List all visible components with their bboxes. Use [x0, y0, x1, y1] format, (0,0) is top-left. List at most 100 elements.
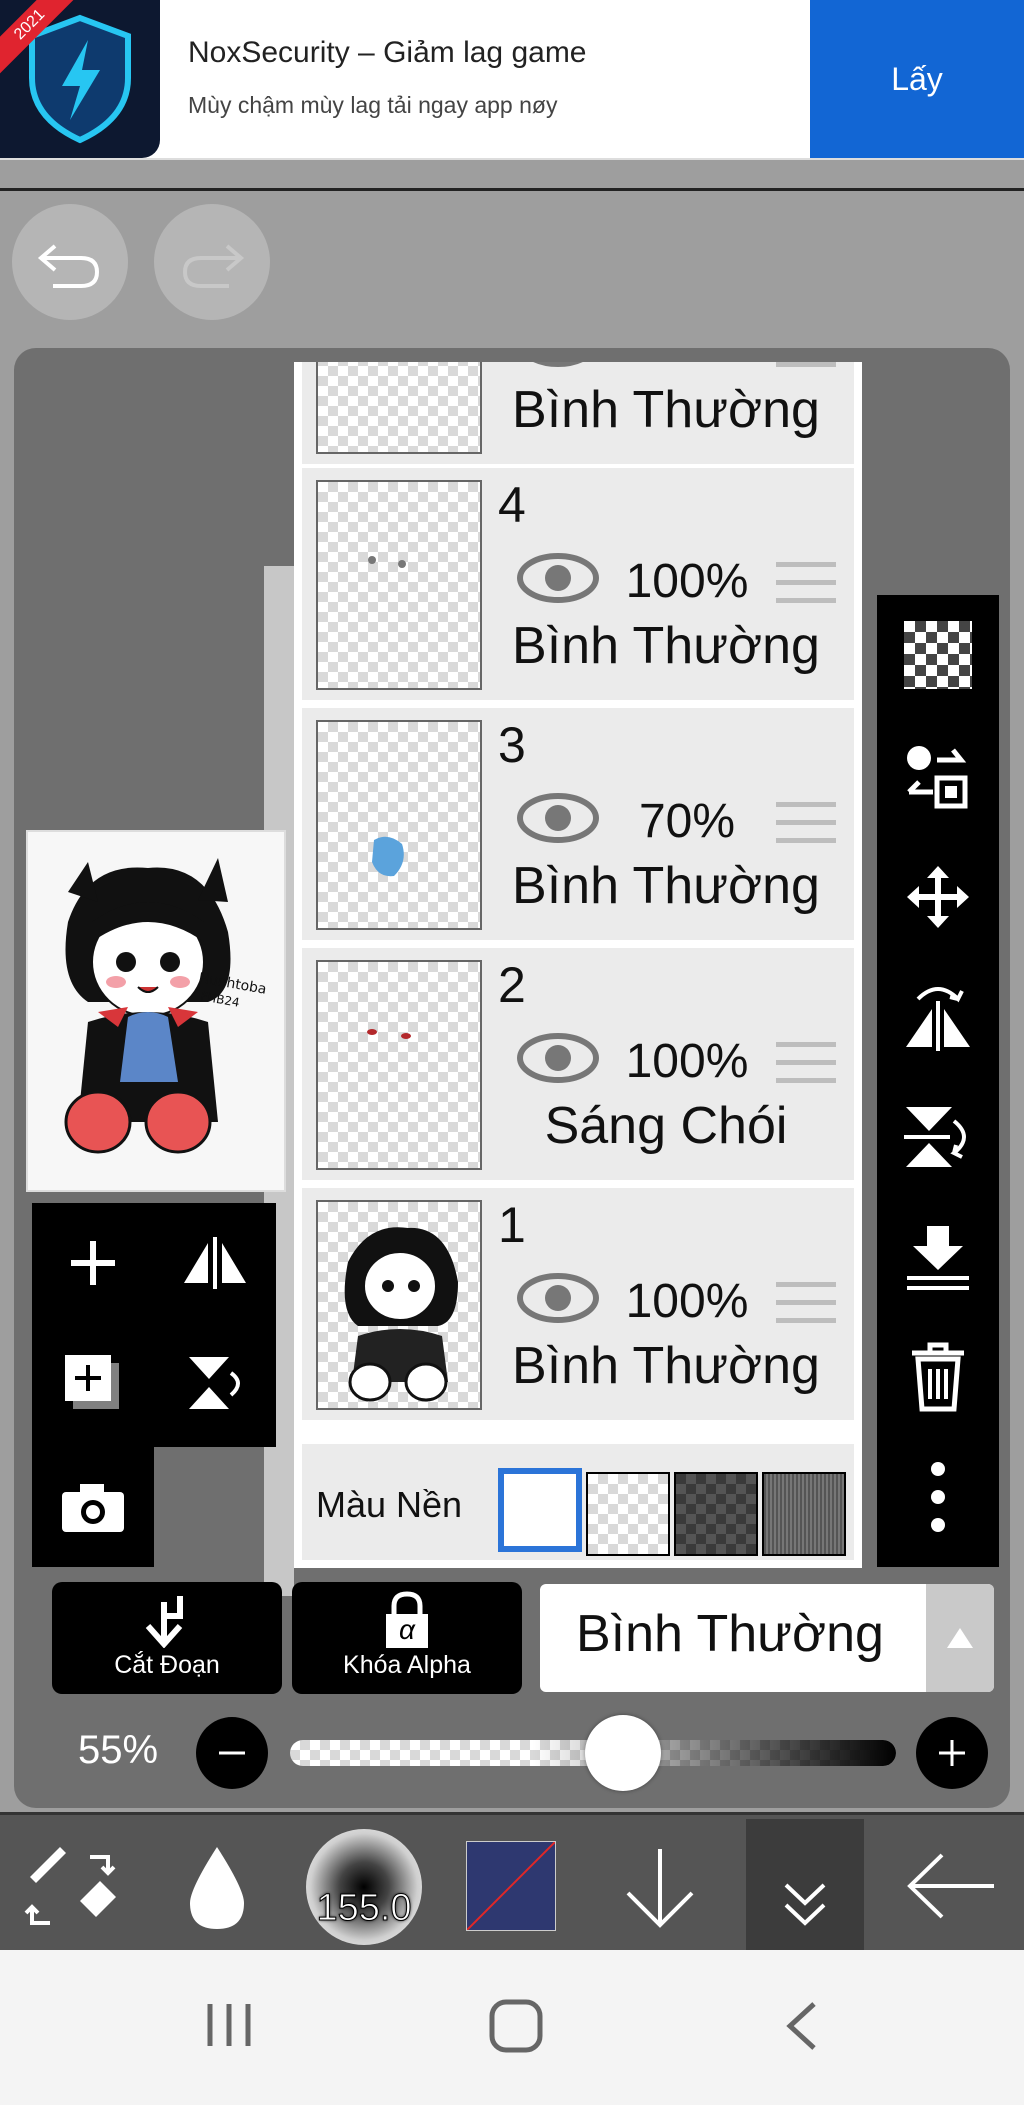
layer-thumbnail[interactable]	[316, 480, 482, 690]
divider	[0, 188, 1024, 191]
layer-content	[367, 1029, 411, 1039]
secondary-color-slash	[467, 1842, 555, 1930]
trash-icon	[912, 1342, 964, 1412]
layer-thumbnail[interactable]	[316, 960, 482, 1170]
home-button[interactable]	[488, 1998, 544, 2054]
blend-mode-dropdown-button[interactable]	[926, 1584, 994, 1692]
redo-button[interactable]	[154, 204, 270, 320]
double-chevron-down-icon	[784, 1883, 826, 1926]
opacity-decrease-button[interactable]	[196, 1717, 268, 1789]
layer-content	[372, 836, 404, 877]
layer-blend-mode[interactable]: Sáng Chói	[478, 1096, 854, 1156]
brush-eraser-switch-button[interactable]	[20, 1837, 120, 1937]
delete-layer-button[interactable]	[877, 1317, 999, 1437]
opacity-increase-button[interactable]	[916, 1717, 988, 1789]
camera-tool-cell	[32, 1447, 154, 1567]
move-button[interactable]	[877, 837, 999, 957]
brush-eraser-icon	[24, 1847, 116, 1925]
alpha-lock-button[interactable]: α Khóa Alpha	[292, 1582, 522, 1694]
layer-row[interactable]: 4 100% Bình Thường	[302, 468, 854, 700]
layer-row[interactable]: 3 70% Bình Thường	[302, 708, 854, 940]
drag-handle-icon[interactable]	[776, 1282, 836, 1336]
more-vertical-icon	[931, 1462, 945, 1532]
ad-app-icon[interactable]: 2021	[0, 0, 160, 158]
ad-title[interactable]: NoxSecurity – Giảm lag game	[188, 36, 587, 70]
swap-button[interactable]	[877, 717, 999, 837]
layer-down-button[interactable]	[620, 1845, 700, 1931]
layer-opacity[interactable]: 100%	[612, 554, 762, 609]
flip-horizontal-button[interactable]	[877, 957, 999, 1077]
checkerboard-icon	[904, 621, 972, 689]
layer-opacity[interactable]: 100%	[612, 1034, 762, 1089]
background-label: Màu Nền	[316, 1484, 463, 1525]
recent-apps-button[interactable]	[204, 2002, 254, 2048]
layer-thumbnail[interactable]	[316, 362, 482, 454]
undo-button[interactable]	[12, 204, 128, 320]
background-white-swatch[interactable]	[498, 1468, 582, 1552]
recent-apps-icon	[207, 2004, 251, 2046]
layer-content	[368, 556, 406, 568]
layer-thumbnail[interactable]	[316, 720, 482, 930]
layer-content	[344, 1227, 458, 1402]
layer-thumbnail[interactable]	[316, 1200, 482, 1410]
ad-subtitle[interactable]: Mùy chậm mùy lag tải ngay app nøy	[188, 92, 557, 119]
layer-row[interactable]: 2 100% Sáng Chói	[302, 948, 854, 1180]
layer-blend-mode[interactable]: Bình Thường	[478, 1336, 854, 1396]
eye-icon[interactable]	[516, 1272, 600, 1324]
collapse-panel-button[interactable]	[746, 1819, 864, 1951]
brush-size-button[interactable]: 155.0	[306, 1829, 422, 1945]
layer-tools-panel	[32, 1203, 276, 1447]
layer-number: 1	[498, 1197, 526, 1253]
eye-icon[interactable]	[516, 552, 600, 604]
opacity-slider-knob[interactable]	[585, 1715, 662, 1791]
back-button[interactable]	[904, 1851, 998, 1921]
dropper-button[interactable]	[182, 1843, 252, 1933]
flip-layer-horizontal-button[interactable]	[154, 1203, 276, 1323]
flip-vertical-icon	[189, 1357, 240, 1409]
clipping-button[interactable]: Cắt Đoạn	[52, 1582, 282, 1694]
more-options-button[interactable]	[877, 1437, 999, 1557]
layer-panel[interactable]: 100% Bình Thường 4 100% Bình Thường 3 70…	[294, 362, 862, 1568]
right-toolbar	[877, 595, 999, 1567]
drag-handle-icon[interactable]	[776, 1042, 836, 1096]
layer-opacity[interactable]: 100%	[612, 362, 762, 373]
alpha-symbol: α	[399, 1614, 415, 1645]
ad-get-button[interactable]: Lấy	[810, 0, 1024, 158]
ad-banner[interactable]: 2021 NoxSecurity – Giảm lag game Mùy chậ…	[0, 0, 1024, 160]
transparency-button[interactable]	[877, 595, 999, 715]
eye-icon[interactable]	[516, 362, 600, 368]
add-layer-button[interactable]	[32, 1203, 154, 1323]
drag-handle-icon[interactable]	[776, 562, 836, 616]
minus-icon	[219, 1751, 245, 1755]
layer-blend-mode[interactable]: Bình Thường	[478, 856, 854, 916]
clip-arrow-icon	[145, 1596, 183, 1648]
layer-opacity[interactable]: 100%	[612, 1274, 762, 1329]
drag-handle-icon[interactable]	[776, 362, 836, 380]
flip-vertical-button[interactable]	[877, 1077, 999, 1197]
duplicate-layer-button[interactable]	[32, 1323, 154, 1443]
layer-blend-mode[interactable]: Bình Thường	[478, 616, 854, 676]
layer-row[interactable]: 100% Bình Thường	[302, 362, 854, 464]
canvas-preview[interactable]: Hunhtoba FHB24	[26, 830, 286, 1192]
flip-vertical-icon	[904, 1107, 966, 1167]
background-texture-swatch[interactable]	[762, 1472, 846, 1556]
undo-icon	[37, 244, 100, 288]
background-dark-checker-swatch[interactable]	[674, 1472, 758, 1556]
blend-mode-select[interactable]: Bình Thường	[540, 1584, 994, 1692]
background-transparent-swatch[interactable]	[586, 1472, 670, 1556]
layer-opacity[interactable]: 70%	[612, 794, 762, 849]
layer-row[interactable]: 1 100% Bình Thường	[302, 1188, 854, 1420]
drag-handle-icon[interactable]	[776, 802, 836, 856]
system-navigation-bar	[0, 1950, 1024, 2105]
layer-blend-mode[interactable]: Bình Thường	[478, 380, 854, 440]
blend-mode-value: Bình Thường	[576, 1605, 884, 1663]
background-color-row: Màu Nền	[302, 1444, 854, 1560]
system-back-button[interactable]	[780, 2000, 820, 2052]
import-photo-button[interactable]	[32, 1447, 154, 1567]
layer-number: 2	[498, 957, 526, 1013]
eye-icon[interactable]	[516, 1032, 600, 1084]
color-swatch[interactable]	[466, 1841, 556, 1931]
flip-layer-vertical-button[interactable]	[154, 1323, 276, 1443]
eye-icon[interactable]	[516, 792, 600, 844]
merge-down-button[interactable]	[877, 1197, 999, 1317]
